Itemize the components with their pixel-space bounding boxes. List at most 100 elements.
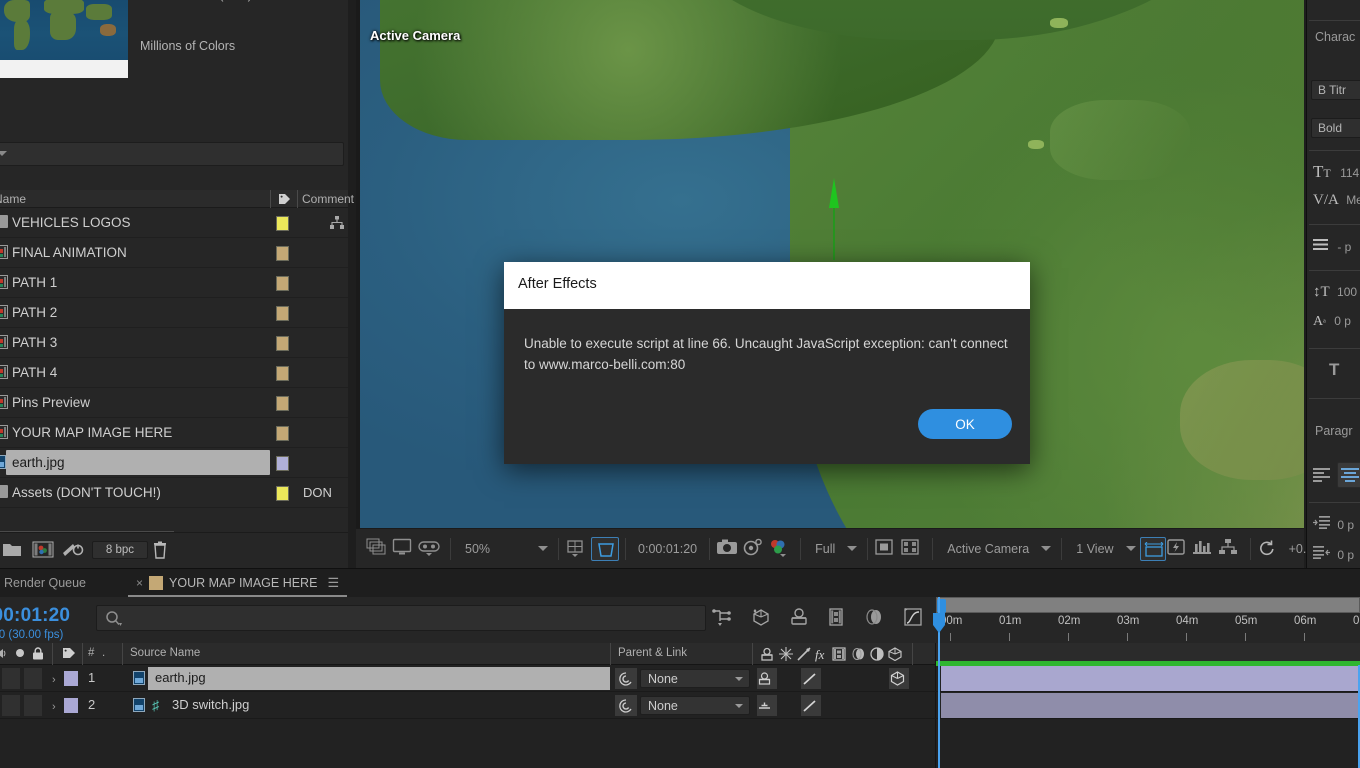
column-header-parent-link[interactable]: Parent & Link [618, 647, 687, 659]
tab-your-map-image-here[interactable]: × YOUR MAP IMAGE HERE ☰ [128, 569, 348, 597]
column-header-source-name[interactable]: Source Name [130, 647, 200, 659]
project-list-item[interactable]: PATH 4 [0, 358, 348, 388]
layer-expand-chevron-icon[interactable]: › [52, 701, 56, 713]
project-list-item[interactable]: VEHICLES LOGOS [0, 208, 348, 238]
fast-previews-icon[interactable] [1166, 538, 1192, 560]
3d-layer-icon[interactable] [888, 647, 902, 664]
layer-switch-cell[interactable] [823, 695, 843, 716]
project-item-label-color[interactable] [276, 456, 289, 471]
layer-switch-cell[interactable] [867, 668, 887, 689]
project-item-label-color[interactable] [276, 246, 289, 261]
main-viewer-icon[interactable] [392, 538, 418, 560]
layer-label-color[interactable] [64, 671, 78, 686]
font-family-select[interactable]: B Titr [1311, 80, 1360, 100]
shy-icon[interactable] [760, 647, 774, 664]
always-preview-this-view-icon[interactable] [366, 538, 392, 560]
layer-audio-toggle[interactable] [24, 695, 42, 716]
layer-switch-cell[interactable] [845, 695, 865, 716]
project-item-label-color[interactable] [276, 396, 289, 411]
layer-switch-cell[interactable] [779, 668, 799, 689]
label-tag-icon[interactable] [278, 193, 291, 205]
draft-3d-icon[interactable] [750, 607, 772, 629]
solo-icon[interactable] [14, 647, 26, 662]
close-icon[interactable]: × [136, 576, 143, 590]
show-channel-icon[interactable] [768, 538, 794, 560]
toggle-pixel-aspect-correction-icon[interactable] [1139, 536, 1166, 561]
new-composition-icon[interactable] [32, 541, 54, 559]
3d-layer-icon[interactable] [890, 671, 905, 691]
view-camera-select[interactable]: Active Camera [939, 542, 1055, 556]
resolution-select[interactable]: Full [807, 542, 861, 556]
timeline-layer-row[interactable]: › 1 earth.jpg None [0, 665, 1360, 692]
font-style-select[interactable]: Bold [1311, 118, 1360, 138]
shy-icon[interactable] [757, 699, 772, 717]
collapse-transformations-icon[interactable] [779, 647, 793, 664]
timeline-icon[interactable] [1192, 538, 1218, 560]
bit-depth-button[interactable]: 8 bpc [92, 541, 148, 559]
motion-blur-icon[interactable] [851, 647, 866, 664]
magnification-ratio-select[interactable]: 50% [457, 542, 552, 556]
project-item-label-color[interactable] [276, 366, 289, 381]
panel-menu-icon[interactable]: ☰ [327, 575, 339, 591]
indent-left-value[interactable]: 0 p [1337, 518, 1354, 532]
vertical-scale-value[interactable]: 100 [1337, 285, 1357, 299]
layer-duration-bar[interactable] [941, 666, 1360, 691]
faux-bold-button[interactable]: T [1329, 360, 1339, 380]
shy-icon[interactable] [757, 672, 772, 690]
motion-blur-icon[interactable] [864, 607, 886, 629]
layer-video-toggle[interactable] [2, 668, 20, 689]
lock-icon[interactable] [32, 647, 44, 663]
font-size-value[interactable]: 114 [1340, 166, 1359, 180]
take-snapshot-icon[interactable] [716, 538, 742, 560]
grid-and-guide-options-icon[interactable] [565, 538, 591, 560]
timeline-layer-row[interactable]: › 2 ♯ 3D switch.jpg None [0, 692, 1360, 719]
quality-icon[interactable] [797, 647, 811, 664]
project-list-item[interactable]: PATH 1 [0, 268, 348, 298]
flowchart-icon[interactable] [330, 216, 344, 230]
project-list-item[interactable]: YOUR MAP IMAGE HERE [0, 418, 348, 448]
region-of-interest-icon[interactable] [591, 536, 620, 561]
project-list-item[interactable]: Pins Preview [0, 388, 348, 418]
column-header-number[interactable]: # [88, 647, 94, 659]
vr-view-icon[interactable] [418, 538, 444, 560]
layer-parent-select[interactable]: None [640, 696, 750, 715]
project-list-item[interactable]: earth.jpg [0, 448, 348, 478]
trash-icon[interactable] [152, 541, 172, 559]
project-search-input[interactable] [0, 142, 344, 166]
audio-icon[interactable] [0, 647, 8, 663]
project-list-item[interactable]: Assets (DON'T TOUCH!) DON [0, 478, 348, 508]
work-area-bar[interactable] [936, 597, 1360, 613]
project-list-item[interactable]: FINAL ANIMATION [0, 238, 348, 268]
composition-flowchart-icon[interactable] [1218, 538, 1244, 560]
project-item-label-color[interactable] [276, 306, 289, 321]
current-time-display[interactable]: 0:00:01:20 [632, 542, 703, 556]
layer-switch-cell[interactable] [889, 695, 909, 716]
toggle-transparency-grid-icon[interactable] [874, 538, 900, 560]
mask-overlay-icon[interactable] [900, 538, 926, 560]
column-header-name[interactable]: Name [0, 192, 26, 206]
align-center-icon[interactable] [1337, 462, 1360, 488]
label-icon[interactable] [62, 647, 76, 662]
quality-icon[interactable] [802, 672, 818, 691]
effects-icon[interactable]: fx [815, 647, 824, 663]
parent-pick-whip-icon[interactable] [615, 695, 637, 716]
baseline-shift-value[interactable]: 0 p [1334, 314, 1351, 328]
project-item-label-color[interactable] [276, 216, 289, 231]
layer-audio-toggle[interactable] [24, 668, 42, 689]
show-snapshot-icon[interactable] [742, 538, 768, 560]
timeline-current-timecode[interactable]: :00:01:20 [0, 605, 70, 627]
view-layout-select[interactable]: 1 View [1068, 542, 1139, 556]
project-list-item[interactable]: PATH 2 [0, 298, 348, 328]
graph-editor-icon[interactable] [902, 607, 924, 629]
quality-icon[interactable] [802, 699, 818, 718]
layer-expand-chevron-icon[interactable]: › [52, 674, 56, 686]
layer-video-toggle[interactable] [2, 695, 20, 716]
project-list-item[interactable]: PATH 3 [0, 328, 348, 358]
layer-switch-cell[interactable] [845, 668, 865, 689]
layer-label-color[interactable] [64, 698, 78, 713]
layer-parent-select[interactable]: None [640, 669, 750, 688]
layer-switch-cell[interactable] [779, 695, 799, 716]
kerning-value[interactable]: Me [1346, 193, 1360, 207]
layer-switch-cell[interactable] [823, 668, 843, 689]
timeline-ruler[interactable]: 00m01m02m03m04m05m06m07 [936, 597, 1360, 643]
